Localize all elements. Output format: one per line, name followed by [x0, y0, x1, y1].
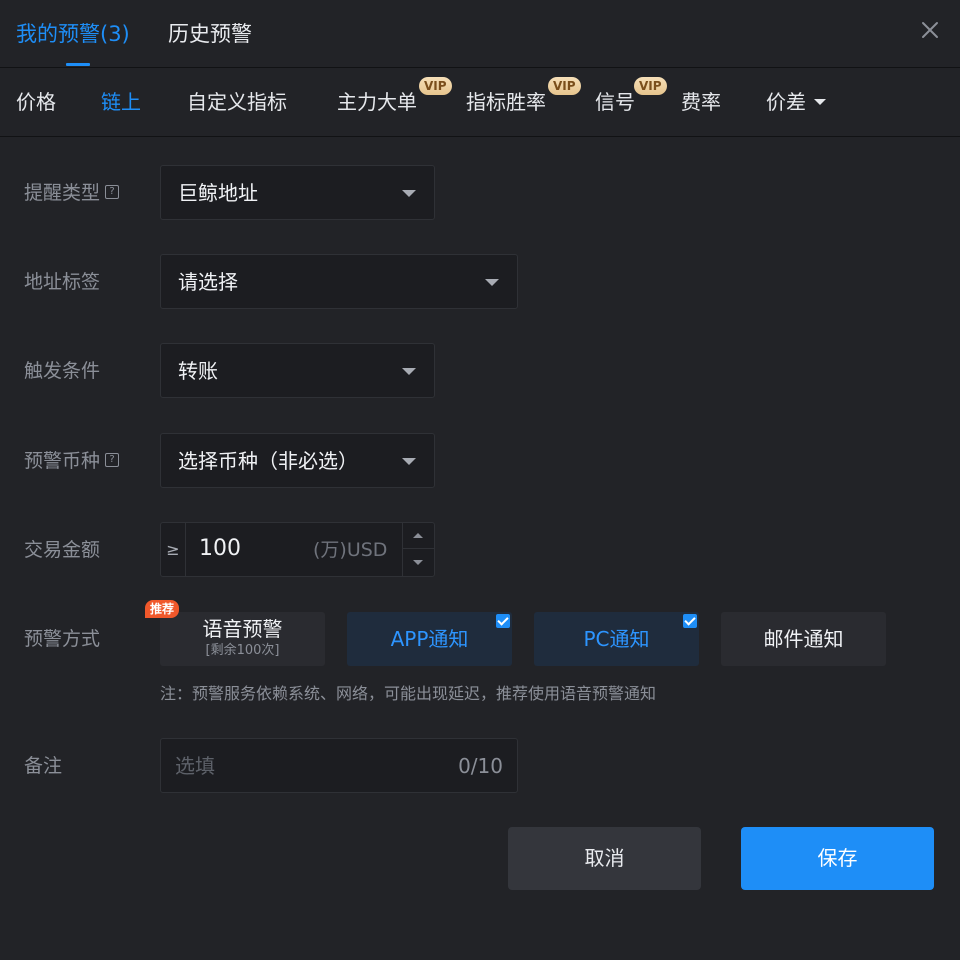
checkmark-icon [496, 614, 510, 628]
decrement-button[interactable] [403, 550, 434, 576]
tab-onchain[interactable]: 链上 [101, 88, 141, 116]
coin-value: 选择币种（非必选） [178, 449, 358, 473]
reminder-type-label: 提醒类型? [24, 180, 120, 206]
amount-input-group: ≥ 100 (万)USD [160, 522, 435, 577]
voice-remaining-count: [剩余100次] [205, 643, 280, 658]
save-button[interactable]: 保存 [741, 827, 934, 890]
pc-notify-option[interactable]: PC通知 [534, 612, 699, 666]
tab-my-alerts[interactable]: 我的预警(3) [16, 20, 130, 48]
alert-method-label: 预警方式 [24, 628, 101, 650]
category-tabs: 价格 链上 自定义指标 主力大单 VIP 指标胜率 VIP 信号 VIP 费率 … [0, 68, 960, 137]
voice-alert-option[interactable]: 语音预警 [剩余100次] [160, 612, 325, 666]
caret-up-icon [413, 533, 423, 538]
operator-symbol: ≥ [161, 523, 186, 576]
dialog-header: 我的预警(3) 历史预警 [0, 0, 960, 68]
coin-select[interactable]: 选择币种（非必选） [160, 433, 435, 488]
tab-price[interactable]: 价格 [16, 88, 56, 116]
reminder-type-value: 巨鲸地址 [178, 181, 258, 205]
coin-label-text: 预警币种 [24, 450, 101, 472]
trigger-value: 转账 [178, 359, 218, 383]
caret-down-icon [413, 560, 423, 565]
tab-funding-rate[interactable]: 费率 [681, 88, 721, 116]
remark-input[interactable]: 选填 0/10 [160, 738, 518, 793]
remark-char-count: 0/10 [458, 754, 503, 778]
voice-alert-label: 语音预警 [202, 617, 283, 641]
reminder-type-label-text: 提醒类型 [24, 182, 101, 204]
tab-custom-indicator[interactable]: 自定义指标 [187, 88, 287, 116]
address-tag-select[interactable]: 请选择 [160, 254, 518, 309]
cancel-button[interactable]: 取消 [508, 827, 701, 890]
active-tab-indicator [66, 63, 90, 66]
tab-signal[interactable]: 信号 [595, 88, 635, 116]
chevron-down-icon [402, 368, 416, 375]
remark-placeholder: 选填 [175, 754, 215, 778]
pc-notify-label: PC通知 [583, 627, 650, 651]
address-tag-label: 地址标签 [24, 271, 101, 293]
app-notify-label: APP通知 [390, 627, 469, 651]
tab-indicator-winrate[interactable]: 指标胜率 [466, 88, 546, 116]
delay-note: 注：预警服务依赖系统、网络，可能出现延迟，推荐使用语音预警通知 [160, 684, 657, 703]
tab-history-alerts[interactable]: 历史预警 [168, 20, 252, 48]
help-icon[interactable]: ? [105, 185, 120, 199]
vip-badge: VIP [419, 77, 452, 95]
amount-stepper [402, 523, 434, 576]
coin-label: 预警币种? [24, 448, 120, 474]
app-notify-option[interactable]: APP通知 [347, 612, 512, 666]
chevron-down-icon [485, 279, 499, 286]
remark-label: 备注 [24, 755, 63, 777]
chevron-down-icon [814, 99, 826, 105]
checkmark-icon [683, 614, 697, 628]
chevron-down-icon [402, 190, 416, 197]
reminder-type-select[interactable]: 巨鲸地址 [160, 165, 435, 220]
recommend-badge: 推荐 [145, 600, 180, 618]
chevron-down-icon [402, 458, 416, 465]
help-icon[interactable]: ? [105, 453, 120, 467]
amount-unit: (万)USD [313, 539, 388, 561]
address-tag-value: 请选择 [178, 270, 238, 294]
vip-badge: VIP [634, 77, 667, 95]
increment-button[interactable] [403, 523, 434, 549]
vip-badge: VIP [548, 77, 581, 95]
email-notify-label: 邮件通知 [763, 627, 844, 651]
trigger-label: 触发条件 [24, 360, 101, 382]
trigger-select[interactable]: 转账 [160, 343, 435, 398]
tab-spread[interactable]: 价差 [766, 88, 826, 116]
amount-label: 交易金额 [24, 539, 101, 561]
close-icon[interactable] [916, 16, 944, 44]
amount-input[interactable]: 100 [199, 535, 241, 563]
tab-large-orders[interactable]: 主力大单 [337, 88, 417, 116]
tab-spread-label: 价差 [766, 90, 806, 114]
email-notify-option[interactable]: 邮件通知 [721, 612, 886, 666]
